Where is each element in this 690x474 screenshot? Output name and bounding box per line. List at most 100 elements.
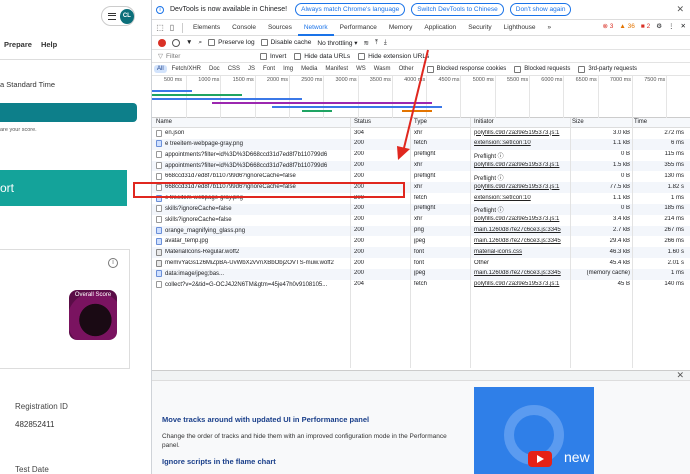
dont-show-again-button[interactable]: Don't show again — [509, 3, 572, 16]
request-name: 668ccd31d7ed8f7b110799d6?ignoreCache=fal… — [156, 172, 348, 180]
disable-cache-checkbox[interactable]: Disable cache — [260, 39, 311, 46]
match-language-button[interactable]: Always match Chrome's language — [295, 3, 406, 16]
preserve-log-label: Preserve log — [218, 39, 255, 46]
device-toolbar-icon[interactable]: ▯ — [166, 22, 178, 34]
table-row[interactable]: data:image/jpeg;bas... 200 jpeg main.1260d8… — [152, 268, 690, 280]
request-name-text: skills?ignoreCache=false — [165, 205, 232, 212]
nav-help[interactable]: Help — [41, 40, 57, 49]
type-filter-img[interactable]: Img — [280, 65, 296, 73]
font-file-icon — [156, 259, 162, 267]
play-icon[interactable] — [528, 451, 552, 467]
tabbar-right: ⊗ 3 ▲ 36 ■ 2 ⚙ ⋮ ✕ — [602, 22, 686, 31]
table-row[interactable]: avatar_temp.jpg 200 jpeg main.1260d87fe27c6… — [152, 236, 690, 247]
blocked-requests-checkbox[interactable]: Blocked requests — [514, 65, 570, 73]
warning-badge[interactable]: ▲ 36 — [619, 23, 634, 30]
type-filter-wasm[interactable]: Wasm — [371, 65, 394, 73]
table-row[interactable]: appointments?filter=id%3D%3D668ccd31d7ed… — [152, 150, 690, 161]
table-row[interactable]: e treeitem-webpage-gray.png 200 fetch exten… — [152, 138, 690, 150]
waterfall-bar — [402, 110, 432, 112]
table-row[interactable]: 668ccd31d7ed8f7b110799d6?ignoreCache=fal… — [152, 171, 690, 182]
table-row[interactable]: skills?ignoreCache=false 200 xhr polyfills.… — [152, 215, 690, 226]
request-size: 45.4 kB — [609, 259, 630, 266]
column-divider — [410, 118, 411, 368]
more-tabs-button[interactable]: » — [541, 20, 557, 36]
tab-elements[interactable]: Elements — [187, 20, 226, 36]
type-filter-fetch-xhr[interactable]: Fetch/XHR — [169, 65, 204, 73]
tab-security[interactable]: Security — [462, 20, 497, 36]
clear-icon[interactable] — [172, 38, 180, 47]
type-filter-manifest[interactable]: Manifest — [322, 65, 351, 73]
type-filter-doc[interactable]: Doc — [206, 65, 223, 73]
table-row[interactable]: en.json 304 xhr polyfills.c9d72a39e5195373.… — [152, 128, 690, 139]
info-icon[interactable]: i — [108, 258, 118, 268]
account-menu-button[interactable]: CL — [101, 6, 135, 26]
divider — [182, 22, 183, 33]
whats-new-title[interactable]: Move tracks around with updated UI in Pe… — [162, 415, 369, 424]
switch-to-chinese-button[interactable]: Switch DevTools to Chinese — [411, 3, 504, 16]
type-filter-font[interactable]: Font — [260, 65, 278, 73]
network-overview-timeline[interactable]: 500 ms 1000 ms 1500 ms 2000 ms 2500 ms 3000 m… — [152, 76, 690, 118]
tick-label: 2000 ms — [266, 77, 288, 83]
table-row[interactable]: orange_magnifying_glass.png 200 png main.12… — [152, 225, 690, 237]
table-row[interactable]: skills?ignoreCache=false 200 preflight Pref… — [152, 203, 690, 215]
close-icon[interactable]: ✕ — [676, 4, 684, 15]
tab-memory[interactable]: Memory — [383, 20, 418, 36]
column-time[interactable]: Time — [634, 119, 684, 125]
type-filter-js[interactable]: JS — [245, 65, 258, 73]
throttle-select[interactable]: No throttling ▾ — [317, 39, 357, 47]
table-row[interactable]: MaterialIcons-Regular.woff2 200 font materi… — [152, 247, 690, 259]
error-badge[interactable]: ⊗ 3 — [602, 22, 613, 30]
report-button[interactable]: ort — [0, 170, 127, 206]
filter-input[interactable]: ▽ Filter — [158, 52, 252, 61]
request-type: font — [414, 248, 425, 255]
table-row[interactable]: memvYaGs126MiZpBA-UvWbX2vVnXBbObj2OVTS-m… — [152, 258, 690, 269]
invert-label: Invert — [270, 52, 287, 60]
column-divider — [470, 118, 471, 368]
invert-checkbox[interactable]: Invert — [260, 52, 287, 60]
inspect-icon[interactable]: ⬚ — [154, 22, 166, 34]
search-icon[interactable]: ⌕ — [198, 39, 202, 47]
settings-icon[interactable]: ⚙ — [656, 22, 662, 30]
issues-badge[interactable]: ■ 2 — [641, 23, 650, 30]
wifi-icon[interactable]: ≋ — [364, 39, 369, 47]
column-size[interactable]: Size — [572, 119, 630, 125]
preserve-log-checkbox[interactable]: Preserve log — [208, 39, 255, 46]
xhr-file-icon — [156, 129, 162, 137]
table-row[interactable]: appointments?filter=id%3D%3D668ccd31d7ed… — [152, 160, 690, 172]
import-icon[interactable]: ⤒ — [375, 39, 378, 47]
column-type[interactable]: Type — [414, 119, 469, 125]
type-filter-css[interactable]: CSS — [225, 65, 243, 73]
checkbox-icon — [578, 65, 586, 73]
filter-icon[interactable]: ▼ — [186, 39, 192, 46]
tick-label: 6000 ms — [541, 77, 563, 83]
blocked-cookies-checkbox[interactable]: Blocked response cookies — [426, 65, 506, 73]
third-party-checkbox[interactable]: 3rd-party requests — [578, 65, 637, 73]
hide-data-urls-checkbox[interactable]: Hide data URLs — [294, 52, 350, 60]
type-filter-other[interactable]: Other — [396, 65, 417, 73]
column-name[interactable]: Name — [156, 119, 348, 125]
tab-lighthouse[interactable]: Lighthouse — [498, 20, 542, 36]
table-row[interactable]: collect?v=2&tid=G-OCJ4J2N6TM&gtm=45je47h… — [152, 280, 690, 291]
request-size: 3.0 kB — [612, 129, 630, 136]
nav-prepare[interactable]: Prepare — [4, 40, 32, 49]
whats-new-title[interactable]: Ignore scripts in the flame chart — [162, 457, 276, 466]
type-filter-ws[interactable]: WS — [353, 65, 369, 73]
column-status[interactable]: Status — [354, 119, 409, 125]
record-icon[interactable] — [158, 38, 166, 47]
hide-extension-urls-checkbox[interactable]: Hide extension URLs — [358, 52, 429, 60]
close-icon[interactable]: ✕ — [676, 370, 684, 381]
tab-application[interactable]: Application — [418, 20, 462, 36]
request-type: xhr — [414, 129, 423, 136]
export-icon[interactable]: ⤓ — [384, 39, 387, 47]
tab-console[interactable]: Console — [226, 20, 262, 36]
tab-sources[interactable]: Sources — [262, 20, 298, 36]
tab-network[interactable]: Network — [297, 20, 334, 36]
request-type: jpeg — [414, 270, 426, 277]
video-thumbnail[interactable]: new — [474, 387, 594, 474]
type-filter-media[interactable]: Media — [298, 65, 320, 73]
more-options-icon[interactable]: ⋮ — [668, 22, 675, 30]
close-devtools-icon[interactable]: ✕ — [681, 22, 686, 30]
request-type: fetch — [414, 281, 428, 288]
tab-performance[interactable]: Performance — [334, 20, 383, 36]
type-filter-all[interactable]: All — [154, 65, 167, 73]
